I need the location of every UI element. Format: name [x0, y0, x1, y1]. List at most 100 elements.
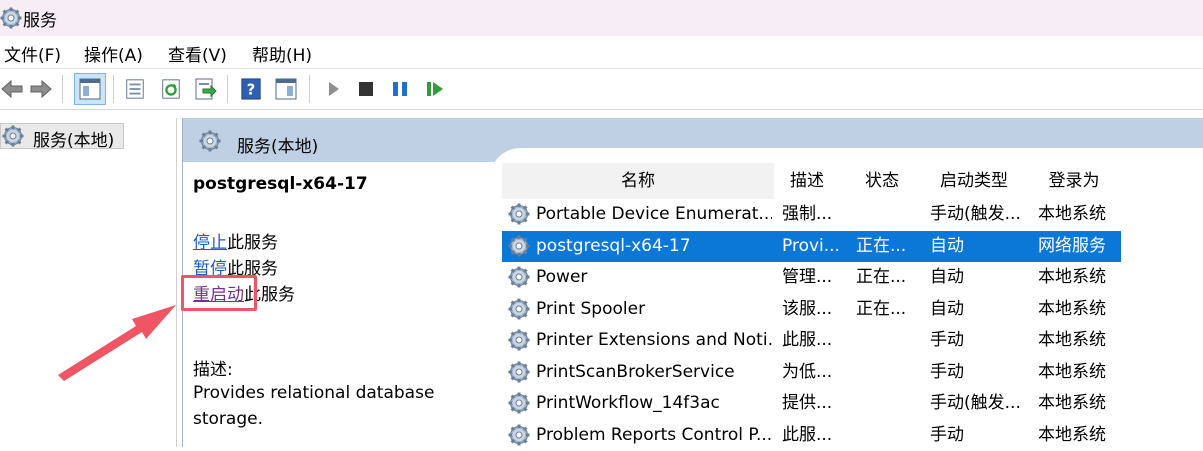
column-header-description[interactable]: 描述 [774, 163, 840, 199]
table-row[interactable]: Print Spooler 该服... 正在... 自动 本地系统 [502, 294, 1203, 325]
service-status-cell [856, 357, 918, 388]
column-header-log-on-as[interactable]: 登录为 [1032, 163, 1116, 199]
menu-bar: 文件(F) 操作(A) 查看(V) 帮助(H) [0, 36, 1203, 69]
table-row-selected[interactable]: postgresql-x64-17 Provi... 正在... 自动 网络服务 [502, 230, 1121, 262]
service-startup-type-cell: 手动(触发... [930, 393, 1021, 413]
service-logon-cell: 本地系统 [1038, 393, 1106, 413]
service-description-cell: 提供... [782, 393, 833, 413]
service-logon-cell: 本地系统 [1038, 298, 1106, 319]
service-status-cell [856, 325, 918, 356]
service-startup-type-cell: 自动 [930, 267, 964, 287]
tree-item-services-local[interactable]: 服务(本地) [0, 123, 124, 151]
services-list: 名称 描述 状态 启动类型 登录为 Portable Device Enumer… [502, 163, 1203, 447]
service-logon-cell: 本地系统 [1038, 424, 1106, 445]
service-startup-type-cell: 自动 [930, 235, 964, 256]
gear-icon [2, 125, 24, 147]
play-icon[interactable] [326, 77, 342, 101]
gear-icon [508, 361, 530, 383]
service-name-cell: Print Spooler [536, 298, 646, 319]
table-row[interactable]: Power 管理... 正在... 自动 本地系统 [502, 262, 1203, 293]
service-name-cell: Power [536, 267, 588, 287]
console-tree-icon[interactable] [74, 73, 106, 105]
service-logon-cell: 网络服务 [1038, 235, 1106, 256]
stop-icon[interactable] [356, 77, 376, 101]
show-hide-icon[interactable] [274, 77, 298, 101]
service-startup-type-cell: 手动 [930, 424, 964, 445]
back-icon[interactable] [0, 77, 24, 101]
panel-header-label: 服务(本地) [237, 137, 319, 157]
gear-icon [199, 130, 221, 152]
service-description-cell: 管理... [782, 267, 833, 287]
service-status-cell: 正在... [856, 235, 907, 256]
toolbar-separator [113, 75, 114, 103]
gear-icon [508, 424, 530, 446]
service-status-cell [856, 388, 918, 419]
service-description-cell: 此服... [782, 330, 833, 350]
service-startup-type-cell: 手动 [930, 361, 964, 382]
refresh-icon[interactable] [160, 77, 182, 101]
window-title: 服务 [23, 11, 57, 31]
toolbar: ? [0, 69, 1203, 110]
gear-icon [0, 7, 22, 29]
service-description-cell: 强制... [782, 204, 833, 224]
service-startup-type-cell: 手动 [930, 330, 964, 350]
restart-highlight-box [181, 275, 257, 311]
menu-view[interactable]: 查看(V) [168, 41, 227, 66]
service-description-cell: Provi... [782, 235, 840, 256]
table-row[interactable]: Problem Reports Control P... 此服... 手动 本地系统 [502, 420, 1203, 451]
service-name-cell: postgresql-x64-17 [536, 235, 691, 256]
export-icon[interactable] [193, 77, 217, 101]
service-description-cell: 此服... [782, 424, 833, 445]
service-logon-cell: 本地系统 [1038, 204, 1106, 224]
action-stop: 停止此服务 [193, 228, 278, 253]
pause-icon[interactable] [390, 77, 410, 101]
service-name-cell: PrintWorkflow_14f3ac [536, 393, 720, 413]
tree-item-label: 服务(本地) [33, 131, 115, 151]
service-startup-type-cell: 手动(触发... [930, 204, 1021, 224]
gear-icon [508, 298, 530, 320]
toolbar-separator [62, 75, 63, 103]
resume-icon[interactable] [424, 77, 446, 101]
gear-icon [508, 392, 530, 414]
service-startup-type-cell: 自动 [930, 298, 964, 319]
stop-service-link[interactable]: 停止 [193, 233, 227, 253]
description-text: Provides relational database storage. [193, 383, 435, 429]
svg-text:?: ? [247, 82, 256, 99]
menu-help[interactable]: 帮助(H) [252, 41, 312, 66]
table-row[interactable]: Portable Device Enumerat... 强制... 手动(触发...… [502, 199, 1203, 230]
column-header-status[interactable]: 状态 [848, 163, 916, 199]
table-row[interactable]: Printer Extensions and Noti... 此服... 手动 本地系… [502, 325, 1203, 356]
console-tree: 服务(本地) [0, 118, 177, 447]
forward-icon[interactable] [28, 77, 54, 101]
toolbar-separator [309, 75, 310, 103]
service-name-cell: Printer Extensions and Noti... [536, 330, 772, 350]
service-logon-cell: 本地系统 [1038, 361, 1106, 382]
description-label: 描述: [193, 360, 233, 380]
table-row[interactable]: PrintScanBrokerService 为低... 手动 本地系统 [502, 357, 1203, 388]
gear-icon [508, 329, 530, 351]
menu-file[interactable]: 文件(F) [4, 41, 61, 66]
column-header-startup-type[interactable]: 启动类型 [922, 163, 1026, 199]
service-name-cell: PrintScanBrokerService [536, 361, 735, 382]
service-logon-cell: 本地系统 [1038, 330, 1106, 350]
help-icon[interactable]: ? [240, 77, 262, 101]
action-suffix: 此服务 [227, 233, 278, 253]
service-status-cell: 正在... [856, 298, 907, 319]
service-name-cell: Portable Device Enumerat... [536, 204, 772, 224]
title-bar: 服务 [0, 0, 1203, 36]
properties-icon[interactable] [124, 77, 146, 101]
gear-icon [508, 235, 530, 257]
service-name-cell: Problem Reports Control P... [536, 424, 772, 445]
service-status-cell [856, 420, 918, 451]
toolbar-separator [227, 75, 228, 103]
service-name-heading: postgresql-x64-17 [193, 174, 368, 194]
service-description-cell: 该服... [782, 298, 833, 319]
service-logon-cell: 本地系统 [1038, 267, 1106, 287]
service-description-cell: 为低... [782, 361, 833, 382]
column-header-name[interactable]: 名称 [502, 163, 774, 199]
service-status-cell: 正在... [856, 267, 907, 287]
menu-action[interactable]: 操作(A) [84, 41, 143, 66]
gear-icon [508, 203, 530, 225]
table-row[interactable]: PrintWorkflow_14f3ac 提供... 手动(触发... 本地系统 [502, 388, 1203, 419]
service-status-cell [856, 199, 918, 230]
